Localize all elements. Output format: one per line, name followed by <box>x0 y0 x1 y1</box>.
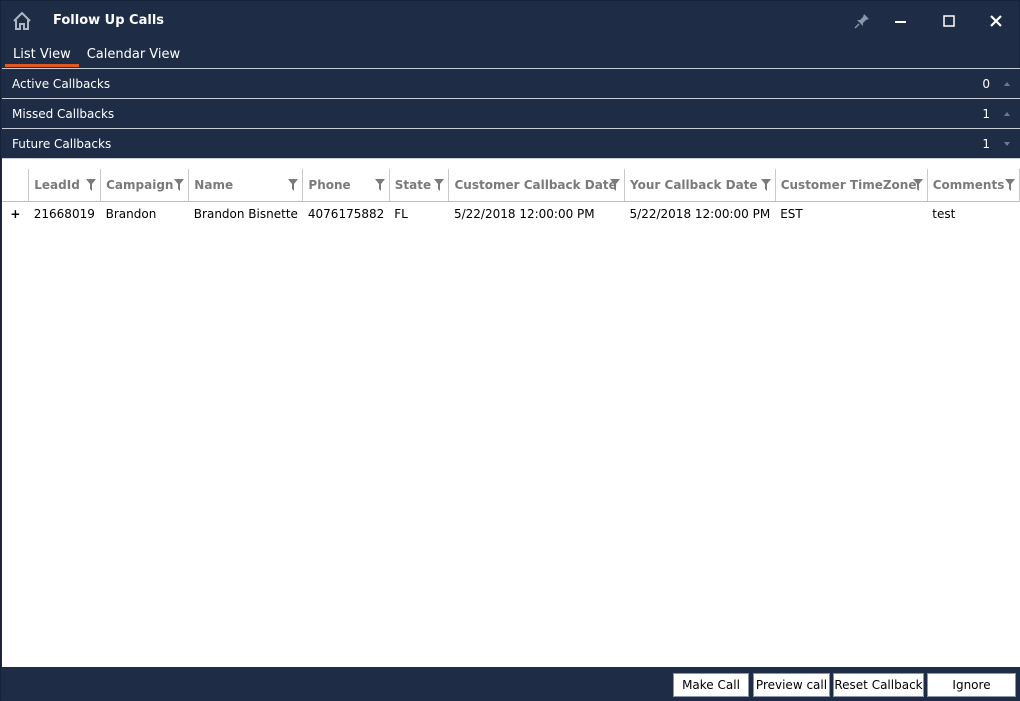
tab-list-view[interactable]: List View <box>5 45 79 67</box>
filter-icon[interactable] <box>1005 179 1015 191</box>
section-count: 1 <box>982 137 990 151</box>
column-header-customer-callback-date[interactable]: Customer Callback Date <box>448 169 626 202</box>
column-header-label: Name <box>194 177 234 192</box>
ignore-button[interactable]: Ignore <box>927 673 1016 697</box>
filter-icon[interactable] <box>760 179 771 191</box>
expand-column-header <box>2 169 30 202</box>
maximize-icon[interactable] <box>939 11 959 31</box>
filter-icon[interactable] <box>374 179 385 191</box>
filter-icon[interactable] <box>86 179 97 191</box>
expand-row-button[interactable]: + <box>2 201 29 227</box>
column-header-name[interactable]: Name <box>188 169 304 202</box>
column-header-campaign[interactable]: Campaign <box>100 169 190 202</box>
cell-customer-timezone: EST <box>780 207 803 222</box>
column-header-label: State <box>394 177 432 192</box>
make-call-button[interactable]: Make Call <box>673 673 749 697</box>
close-icon[interactable] <box>986 11 1006 31</box>
chevron-up-icon[interactable] <box>1003 110 1011 118</box>
column-header-label: LeadId <box>34 177 80 192</box>
cell-phone: 4076175882 <box>307 207 385 222</box>
home-icon[interactable] <box>11 10 33 32</box>
cell-customer-callback-date: 5/22/2018 12:00:00 PM <box>453 207 595 222</box>
filter-icon[interactable] <box>912 179 923 191</box>
column-header-label: Phone <box>308 177 351 192</box>
section-count: 1 <box>982 107 990 121</box>
column-header-leadid[interactable]: LeadId <box>28 169 102 202</box>
section-label: Missed Callbacks <box>12 107 115 121</box>
tab-calendar-view[interactable]: Calendar View <box>79 45 188 67</box>
filter-icon[interactable] <box>288 179 299 191</box>
title-bar: Follow Up Calls <box>1 1 1019 43</box>
cell-comments: test <box>932 207 956 222</box>
column-header-phone[interactable]: Phone <box>302 169 390 202</box>
callback-sections: Active Callbacks 0 Missed Callbacks 1 Fu… <box>2 68 1020 158</box>
cell-leadid: 21668019 <box>33 207 95 222</box>
column-header-label: Comments <box>932 177 1005 192</box>
action-bar: Make Call Preview call Reset Callback Ig… <box>2 667 1020 701</box>
section-label: Future Callbacks <box>12 137 112 151</box>
filter-icon[interactable] <box>610 179 621 191</box>
filter-icon[interactable] <box>174 179 185 191</box>
minimize-icon[interactable] <box>890 11 910 31</box>
column-header-customer-timezone[interactable]: Customer TimeZone <box>775 169 928 202</box>
section-future-callbacks[interactable]: Future Callbacks 1 <box>2 128 1020 158</box>
section-active-callbacks[interactable]: Active Callbacks 0 <box>2 68 1020 98</box>
section-label: Active Callbacks <box>12 77 111 91</box>
column-header-label: Customer TimeZone <box>780 177 917 192</box>
chevron-up-icon[interactable] <box>1003 80 1011 88</box>
cell-your-callback-date: 5/22/2018 12:00:00 PM <box>629 207 771 222</box>
pin-icon[interactable] <box>852 11 872 31</box>
filter-icon[interactable] <box>434 179 445 191</box>
future-callbacks-grid: LeadId Campaign Name Phone State Custome… <box>2 158 1020 667</box>
view-tabs: List View Calendar View <box>5 45 188 67</box>
column-header-label: Your Callback Date <box>630 177 758 192</box>
section-count: 0 <box>982 77 990 91</box>
preview-call-button[interactable]: Preview call <box>753 673 830 697</box>
table-row[interactable]: + 21668019 Brandon Brandon Bisnette 4076… <box>2 201 1020 227</box>
table-header-row: LeadId Campaign Name Phone State Custome… <box>2 169 1020 202</box>
column-header-state[interactable]: State <box>389 169 450 202</box>
column-header-label: Campaign <box>106 177 174 192</box>
reset-callback-button[interactable]: Reset Callback <box>833 673 924 697</box>
column-header-your-callback-date[interactable]: Your Callback Date <box>624 169 776 202</box>
chevron-down-icon[interactable] <box>1003 140 1011 148</box>
cell-campaign: Brandon <box>105 207 157 222</box>
callbacks-table: LeadId Campaign Name Phone State Custome… <box>2 169 1020 227</box>
window-title: Follow Up Calls <box>53 13 165 28</box>
section-missed-callbacks[interactable]: Missed Callbacks 1 <box>2 98 1020 128</box>
follow-up-calls-window: Follow Up Calls List View Calendar View … <box>0 0 1020 701</box>
column-header-comments[interactable]: Comments <box>927 169 1020 202</box>
cell-state: FL <box>394 207 408 222</box>
column-header-label: Customer Callback Date <box>454 177 617 192</box>
cell-name: Brandon Bisnette <box>193 207 298 222</box>
